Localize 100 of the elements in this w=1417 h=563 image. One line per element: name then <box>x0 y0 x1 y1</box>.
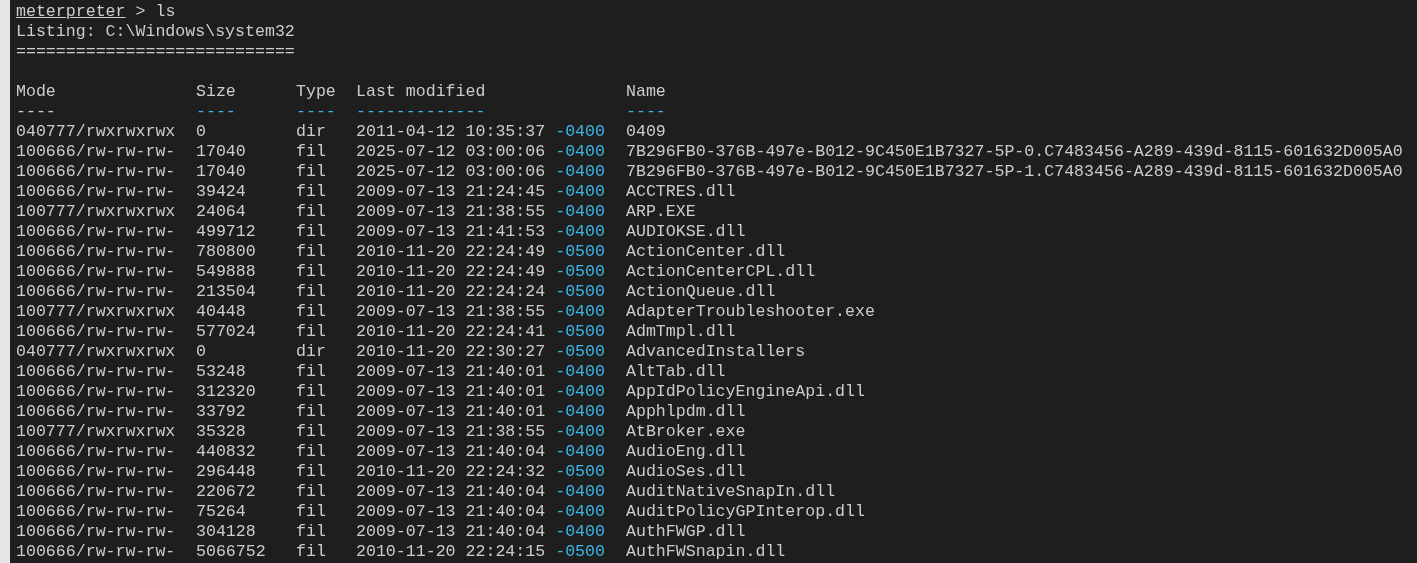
type-cell: fil <box>296 222 326 241</box>
type-cell: fil <box>296 462 326 481</box>
name-cell: AdapterTroubleshooter.exe <box>626 302 875 321</box>
modified-cell: 2009-07-13 21:40:01 <box>356 382 546 402</box>
modified-cell: 2009-07-13 21:41:53 <box>356 222 546 242</box>
timezone-cell: -0400 <box>555 202 605 222</box>
name-cell: ActionCenter.dll <box>626 242 786 261</box>
name-cell: AdvancedInstallers <box>626 342 806 361</box>
type-cell: dir <box>296 342 326 361</box>
modified-cell: 2009-07-13 21:40:01 <box>356 362 546 382</box>
modified-cell: 2009-07-13 21:40:04 <box>356 482 546 502</box>
mode-cell: 100666/rw-rw-rw- <box>16 382 176 401</box>
name-cell: AudioEng.dll <box>626 442 746 461</box>
type-cell: fil <box>296 522 326 541</box>
type-cell: fil <box>296 502 326 521</box>
type-cell: fil <box>296 442 326 461</box>
mode-cell: 100666/rw-rw-rw- <box>16 502 176 521</box>
size-cell: 75264 <box>196 502 246 521</box>
timezone-cell: -0400 <box>555 182 605 202</box>
timezone-cell: -0400 <box>555 362 605 382</box>
mode-cell: 100666/rw-rw-rw- <box>16 162 176 181</box>
size-cell: 304128 <box>196 522 256 541</box>
header-underline: ---- <box>196 102 236 121</box>
type-cell: fil <box>296 242 326 261</box>
modified-cell: 2009-07-13 21:40:04 <box>356 502 546 522</box>
size-cell: 296448 <box>196 462 256 481</box>
modified-cell: 2009-07-13 21:38:55 <box>356 422 546 442</box>
mode-cell: 100777/rwxrwxrwx <box>16 422 176 441</box>
type-cell: fil <box>296 362 326 381</box>
mode-cell: 040777/rwxrwxrwx <box>16 342 176 361</box>
separator-line: ============================ <box>16 42 295 61</box>
name-cell: AUDIOKSE.dll <box>626 222 746 241</box>
modified-cell: 2010-11-20 22:24:24 <box>356 282 546 302</box>
timezone-cell: -0500 <box>555 242 605 262</box>
timezone-cell: -0500 <box>555 342 605 362</box>
name-cell: ActionQueue.dll <box>626 282 776 301</box>
mode-cell: 100666/rw-rw-rw- <box>16 282 176 301</box>
mode-cell: 100666/rw-rw-rw- <box>16 442 176 461</box>
mode-cell: 100666/rw-rw-rw- <box>16 402 176 421</box>
type-cell: fil <box>296 322 326 341</box>
timezone-cell: -0500 <box>555 282 605 302</box>
size-cell: 577024 <box>196 322 256 341</box>
timezone-cell: -0400 <box>555 522 605 542</box>
command-text: > ls <box>135 2 176 22</box>
timezone-cell: -0400 <box>555 382 605 402</box>
mode-cell: 100666/rw-rw-rw- <box>16 522 176 541</box>
timezone-cell: -0500 <box>555 262 605 282</box>
modified-cell: 2010-11-20 22:24:49 <box>356 262 546 282</box>
header-underline: ---- <box>16 102 56 121</box>
modified-cell: 2025-07-12 03:00:06 <box>356 162 546 182</box>
mode-cell: 100666/rw-rw-rw- <box>16 542 176 561</box>
type-cell: fil <box>296 282 326 301</box>
size-cell: 440832 <box>196 442 256 461</box>
timezone-cell: -0400 <box>555 222 605 242</box>
name-cell: 7B296FB0-376B-497e-B012-9C450E1B7327-5P-1.C7483456-A289-439d-8115-601632D005A0 <box>626 162 1403 181</box>
timezone-cell: -0400 <box>555 162 605 182</box>
size-cell: 24064 <box>196 202 246 221</box>
modified-cell: 2009-07-13 21:40:01 <box>356 402 546 422</box>
name-cell: ActionCenterCPL.dll <box>626 262 816 281</box>
modified-cell: 2010-11-20 22:24:49 <box>356 242 546 262</box>
name-cell: AuditPolicyGPInterop.dll <box>626 502 865 521</box>
mode-cell: 100666/rw-rw-rw- <box>16 242 176 261</box>
modified-cell: 2009-07-13 21:40:04 <box>356 522 546 542</box>
type-cell: fil <box>296 262 326 281</box>
name-cell: ARP.EXE <box>626 202 696 221</box>
name-cell: AudioSes.dll <box>626 462 746 481</box>
mode-cell: 100777/rwxrwxrwx <box>16 302 176 321</box>
modified-cell: 2011-04-12 10:35:37 <box>356 122 546 142</box>
modified-cell: 2010-11-20 22:24:32 <box>356 462 546 482</box>
size-cell: 312320 <box>196 382 256 401</box>
size-cell: 220672 <box>196 482 256 501</box>
size-cell: 780800 <box>196 242 256 261</box>
modified-cell: 2009-07-13 21:40:04 <box>356 442 546 462</box>
type-cell: fil <box>296 142 326 161</box>
column-header: Type <box>296 82 336 101</box>
modified-cell: 2009-07-13 21:38:55 <box>356 302 546 322</box>
type-cell: fil <box>296 202 326 221</box>
mode-cell: 100666/rw-rw-rw- <box>16 222 176 241</box>
mode-cell: 100666/rw-rw-rw- <box>16 142 176 161</box>
timezone-cell: -0400 <box>555 482 605 502</box>
type-cell: fil <box>296 382 326 401</box>
size-cell: 0 <box>196 122 206 141</box>
type-cell: fil <box>296 482 326 501</box>
name-cell: AuthFWGP.dll <box>626 522 746 541</box>
column-header: Size <box>196 82 236 101</box>
size-cell: 17040 <box>196 162 246 181</box>
mode-cell: 100666/rw-rw-rw- <box>16 262 176 281</box>
size-cell: 213504 <box>196 282 256 301</box>
name-cell: AppIdPolicyEngineApi.dll <box>626 382 865 401</box>
type-cell: fil <box>296 542 326 561</box>
modified-cell: 2009-07-13 21:24:45 <box>356 182 546 202</box>
name-cell: 0409 <box>626 122 666 141</box>
size-cell: 53248 <box>196 362 246 381</box>
timezone-cell: -0400 <box>555 122 605 142</box>
timezone-cell: -0400 <box>555 302 605 322</box>
modified-cell: 2025-07-12 03:00:06 <box>356 142 546 162</box>
type-cell: fil <box>296 422 326 441</box>
mode-cell: 100666/rw-rw-rw- <box>16 322 176 341</box>
name-cell: Apphlpdm.dll <box>626 402 746 421</box>
name-cell: 7B296FB0-376B-497e-B012-9C450E1B7327-5P-0.C7483456-A289-439d-8115-601632D005A0 <box>626 142 1403 161</box>
